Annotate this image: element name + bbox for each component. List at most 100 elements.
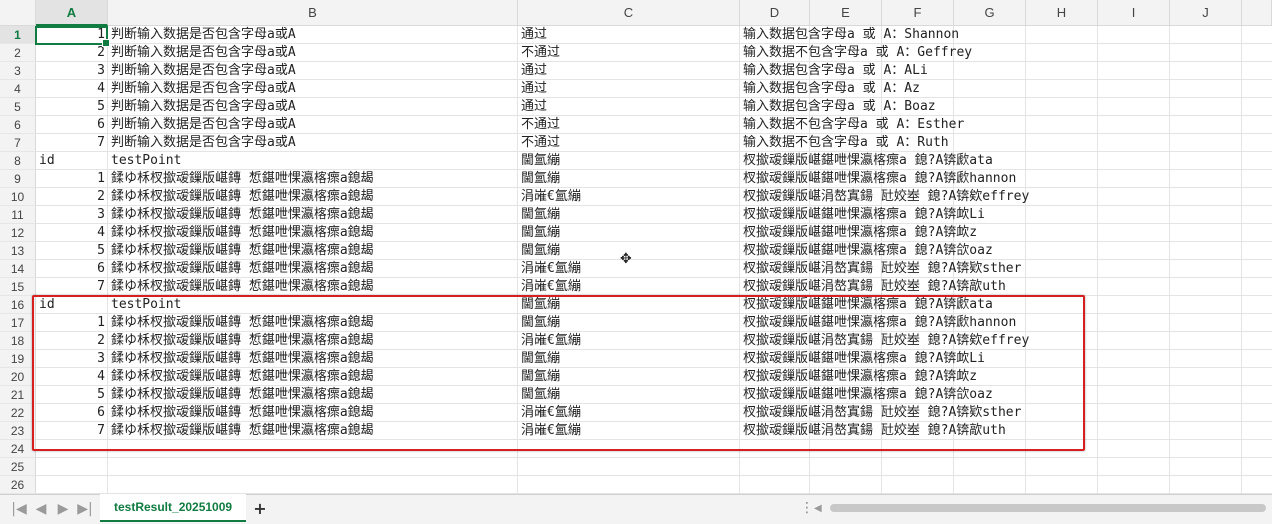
- row-header[interactable]: 7: [0, 134, 36, 152]
- row-header[interactable]: 1: [0, 26, 36, 44]
- cell-a[interactable]: 2: [36, 44, 108, 62]
- cell-c[interactable]: 閫氳繃: [518, 206, 563, 224]
- sheet-tab-testresult[interactable]: testResult_20251009: [100, 494, 247, 522]
- cell-c[interactable]: 閫氳繃: [518, 152, 563, 170]
- cell-d[interactable]: 杈撳叆鏁版嵁鍖呭惈瀛楁瘝a 鎴?A锛欰z: [740, 224, 980, 242]
- cell-b[interactable]: 鍒ゆ柇杈撳叆鏁版嵁鏄 惁鍖呭惈瀛楁瘝a鎴朅: [108, 206, 377, 224]
- column-header-h[interactable]: H: [1026, 0, 1098, 26]
- column-header-e[interactable]: E: [810, 0, 882, 26]
- cell-a[interactable]: 4: [36, 224, 108, 242]
- horizontal-scrollbar[interactable]: [830, 504, 1266, 512]
- column-header-d[interactable]: D: [740, 0, 810, 26]
- column-header-b[interactable]: B: [108, 0, 518, 26]
- first-sheet-button[interactable]: |◀: [10, 500, 28, 518]
- cell-a[interactable]: 5: [36, 98, 108, 116]
- row-header[interactable]: 19: [0, 350, 36, 368]
- row-header[interactable]: 4: [0, 80, 36, 98]
- column-header-i[interactable]: I: [1098, 0, 1170, 26]
- cell-d[interactable]: 杈撳叆鏁版嵁鍖呭惈瀛楁瘝a 鎴?A锛歋ata: [740, 152, 996, 170]
- cell-a[interactable]: 2: [36, 188, 108, 206]
- row-header[interactable]: 9: [0, 170, 36, 188]
- cell-b[interactable]: 判断输入数据是否包含字母a或A: [108, 62, 299, 80]
- cell-d[interactable]: 输入数据不包含字母a 或 A：Ruth: [740, 134, 952, 152]
- row-header[interactable]: 3: [0, 62, 36, 80]
- cell-b[interactable]: 鍒ゆ柇杈撳叆鏁版嵁鏄 惁鍖呭惈瀛楁瘝a鎴朅: [108, 188, 377, 206]
- cell-d[interactable]: 输入数据不包含字母a 或 A：Geffrey: [740, 44, 975, 62]
- cell-c[interactable]: [518, 476, 524, 494]
- cell-d[interactable]: 杈撳叆鏁版嵁鍖呭惈瀛楁瘝a 鎴?A锛欱oaz: [740, 242, 996, 260]
- row-header[interactable]: 23: [0, 422, 36, 440]
- cell-d[interactable]: 杈撳叆鏁版嵁涓嶅寘鍚 瓧姣峚 鎴?A锛欵sther: [740, 260, 1024, 278]
- cell-d[interactable]: 输入数据包含字母a 或 A：Boaz: [740, 98, 939, 116]
- row-header[interactable]: 11: [0, 206, 36, 224]
- cell-c[interactable]: 通过: [518, 26, 550, 44]
- row-header[interactable]: 21: [0, 386, 36, 404]
- cell-b[interactable]: testPoint: [108, 152, 184, 170]
- column-header-c[interactable]: C: [518, 0, 740, 26]
- cell-a[interactable]: 7: [36, 134, 108, 152]
- cell-b[interactable]: 判断输入数据是否包含字母a或A: [108, 134, 299, 152]
- cell-c[interactable]: [518, 458, 524, 476]
- cell-b[interactable]: [108, 458, 114, 476]
- column-header-j[interactable]: J: [1170, 0, 1242, 26]
- row-header[interactable]: 14: [0, 260, 36, 278]
- cell-a[interactable]: 1: [36, 170, 108, 188]
- row-header[interactable]: 15: [0, 278, 36, 296]
- cell-d[interactable]: [740, 476, 746, 494]
- cell-d[interactable]: 杈撳叆鏁版嵁鍖呭惈瀛楁瘝a 鎴?A锛欰Li: [740, 206, 988, 224]
- cell-d[interactable]: 杈撳叆鏁版嵁涓嶅寘鍚 瓧姣峚 鎴?A锛歊uth: [740, 278, 1009, 296]
- row-header[interactable]: 25: [0, 458, 36, 476]
- row-header[interactable]: 17: [0, 314, 36, 332]
- cell-b[interactable]: 鍒ゆ柇杈撳叆鏁版嵁鏄 惁鍖呭惈瀛楁瘝a鎴朅: [108, 224, 377, 242]
- cell-a[interactable]: [36, 476, 108, 494]
- fill-handle[interactable]: [102, 39, 110, 47]
- row-header[interactable]: 22: [0, 404, 36, 422]
- row-header[interactable]: 24: [0, 440, 36, 458]
- cell-a[interactable]: id: [36, 152, 108, 170]
- cell-c[interactable]: 涓嶉€氳繃: [518, 260, 584, 278]
- row-header[interactable]: 5: [0, 98, 36, 116]
- row-header[interactable]: 6: [0, 116, 36, 134]
- row-header[interactable]: 18: [0, 332, 36, 350]
- row-header[interactable]: 10: [0, 188, 36, 206]
- cell-d[interactable]: 杈撳叆鏁版嵁鍖呭惈瀛楁瘝a 鎴?A锛歋hannon: [740, 170, 1019, 188]
- cell-d[interactable]: 输入数据不包含字母a 或 A：Esther: [740, 116, 967, 134]
- row-header[interactable]: 13: [0, 242, 36, 260]
- cell-a[interactable]: 3: [36, 62, 108, 80]
- cell-a[interactable]: [36, 458, 108, 476]
- cell-c[interactable]: 涓嶉€氳繃: [518, 278, 584, 296]
- cell-d[interactable]: 输入数据包含字母a 或 A：Shannon: [740, 26, 962, 44]
- cell-c[interactable]: 通过: [518, 62, 550, 80]
- cell-a[interactable]: 6: [36, 260, 108, 278]
- cell-c[interactable]: 不通过: [518, 134, 563, 152]
- cell-d[interactable]: 输入数据包含字母a 或 A：ALi: [740, 62, 931, 80]
- row-header[interactable]: 16: [0, 296, 36, 314]
- more-options-icon[interactable]: ⋮: [800, 500, 814, 516]
- cell-a[interactable]: 7: [36, 278, 108, 296]
- cell-a[interactable]: 3: [36, 206, 108, 224]
- row-header[interactable]: 2: [0, 44, 36, 62]
- cell-c[interactable]: 閫氳繃: [518, 224, 563, 242]
- select-all-corner[interactable]: [0, 0, 36, 26]
- add-sheet-button[interactable]: +: [250, 499, 270, 519]
- cell-c[interactable]: 閫氳繃: [518, 242, 563, 260]
- cell-b[interactable]: 判断输入数据是否包含字母a或A: [108, 98, 299, 116]
- cell-b[interactable]: 鍒ゆ柇杈撳叆鏁版嵁鏄 惁鍖呭惈瀛楁瘝a鎴朅: [108, 260, 377, 278]
- next-sheet-button[interactable]: ▶: [54, 500, 72, 518]
- cell-c[interactable]: 不通过: [518, 44, 563, 62]
- cell-c[interactable]: 不通过: [518, 116, 563, 134]
- row-header[interactable]: 26: [0, 476, 36, 494]
- cell-d[interactable]: 输入数据包含字母a 或 A：Az: [740, 80, 923, 98]
- cell-d[interactable]: [740, 458, 746, 476]
- row-header[interactable]: 8: [0, 152, 36, 170]
- cell-a[interactable]: 6: [36, 116, 108, 134]
- cell-c[interactable]: 通过: [518, 80, 550, 98]
- cell-b[interactable]: 判断输入数据是否包含字母a或A: [108, 80, 299, 98]
- cell-c[interactable]: 通过: [518, 98, 550, 116]
- last-sheet-button[interactable]: ▶|: [76, 500, 94, 518]
- row-header[interactable]: 12: [0, 224, 36, 242]
- cell-b[interactable]: 判断输入数据是否包含字母a或A: [108, 116, 299, 134]
- row-header[interactable]: 20: [0, 368, 36, 386]
- cell-c[interactable]: 閫氳繃: [518, 170, 563, 188]
- column-header-f[interactable]: F: [882, 0, 954, 26]
